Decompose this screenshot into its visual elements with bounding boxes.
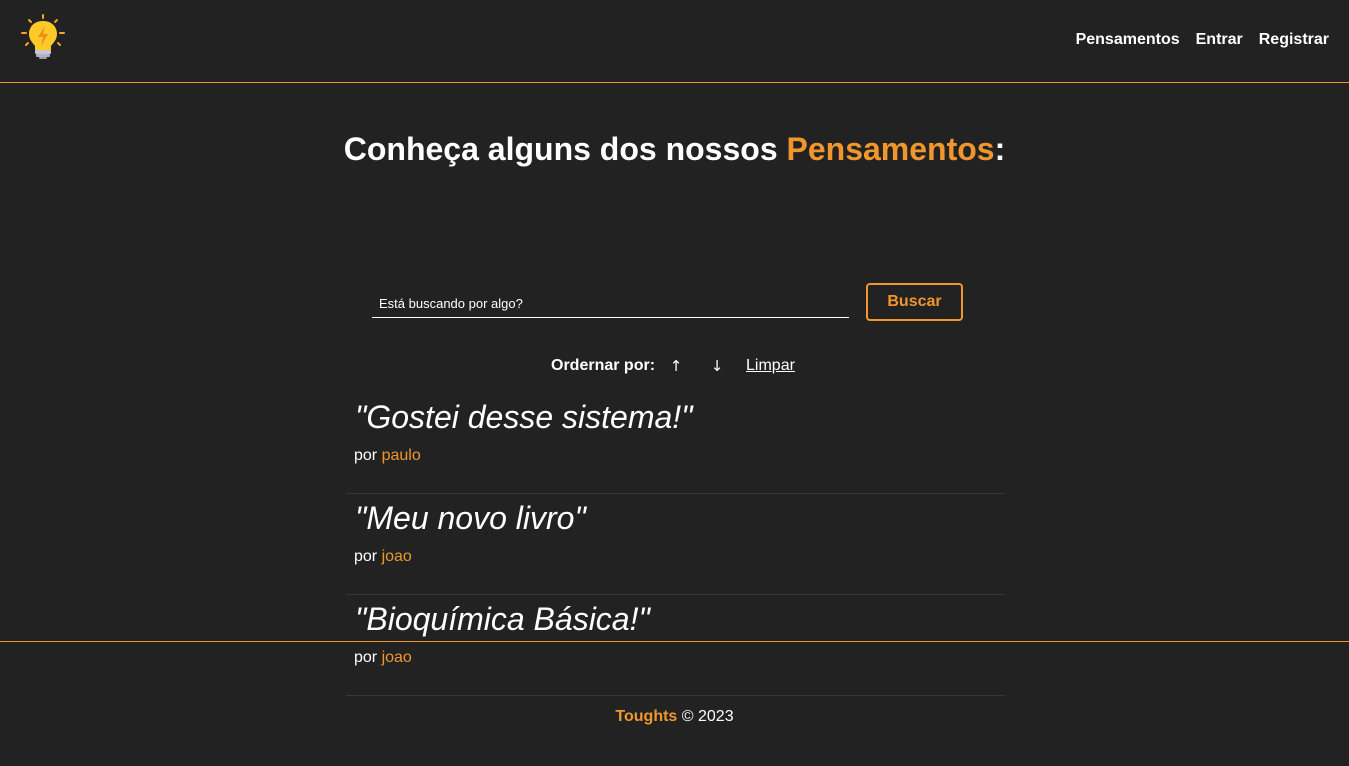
footer-text: Toughts © 2023 xyxy=(615,708,733,726)
logo-link[interactable] xyxy=(20,14,66,60)
thought-title: "Gostei desse sistema!" xyxy=(355,399,693,435)
nav-link-entrar[interactable]: Entrar xyxy=(1196,31,1243,48)
thought-author: paulo xyxy=(381,447,421,464)
thoughts-list: "Gostei desse sistema!" por paulo "Meu n… xyxy=(346,393,1005,696)
thought-by-label: por xyxy=(354,447,382,464)
footer-copyright: © 2023 xyxy=(677,708,734,725)
thought-title: "Bioquímica Básica!" xyxy=(355,601,650,637)
thought-card: "Gostei desse sistema!" por paulo xyxy=(346,393,1005,494)
page-title-highlight: Pensamentos xyxy=(786,131,995,167)
thought-byline: por joao xyxy=(354,649,1005,667)
page-title-prefix: Conheça alguns dos nossos xyxy=(343,131,787,167)
nav-link-pensamentos[interactable]: Pensamentos xyxy=(1076,31,1180,48)
order-asc-button[interactable]: ↑ xyxy=(666,357,686,375)
search-input[interactable] xyxy=(372,289,849,318)
main-content: Conheça alguns dos nossos Pensamentos: B… xyxy=(0,83,1349,696)
clear-link[interactable]: Limpar xyxy=(746,357,795,375)
thought-byline: por joao xyxy=(354,548,1005,566)
footer-brand: Toughts xyxy=(615,708,678,725)
page-title: Conheça alguns dos nossos Pensamentos: xyxy=(0,133,1349,165)
thought-by-label: por xyxy=(354,548,382,565)
navbar: Pensamentos Entrar Registrar xyxy=(0,0,1349,83)
thought-card: "Meu novo livro" por joao xyxy=(346,494,1005,595)
order-desc-button[interactable]: ↓ xyxy=(707,357,727,375)
thought-author: joao xyxy=(381,649,412,666)
thought-by-label: por xyxy=(354,649,382,666)
search-button[interactable]: Buscar xyxy=(866,283,963,321)
page-title-suffix: : xyxy=(994,131,1006,167)
home-header: Conheça alguns dos nossos Pensamentos: xyxy=(0,133,1349,165)
thought-byline: por paulo xyxy=(354,447,1005,465)
lightbulb-icon xyxy=(21,14,65,59)
nav-links: Pensamentos Entrar Registrar xyxy=(1076,31,1329,49)
thought-card: "Bioquímica Básica!" por joao xyxy=(346,595,1005,696)
nav-link-registrar[interactable]: Registrar xyxy=(1259,31,1329,48)
thought-author: joao xyxy=(381,548,412,565)
thought-title: "Meu novo livro" xyxy=(355,500,586,536)
order-label: Ordernar por: xyxy=(551,357,656,374)
search-form: Buscar xyxy=(372,283,964,321)
order-controls: Ordernar por: ↑ ↓ Limpar xyxy=(551,356,795,376)
